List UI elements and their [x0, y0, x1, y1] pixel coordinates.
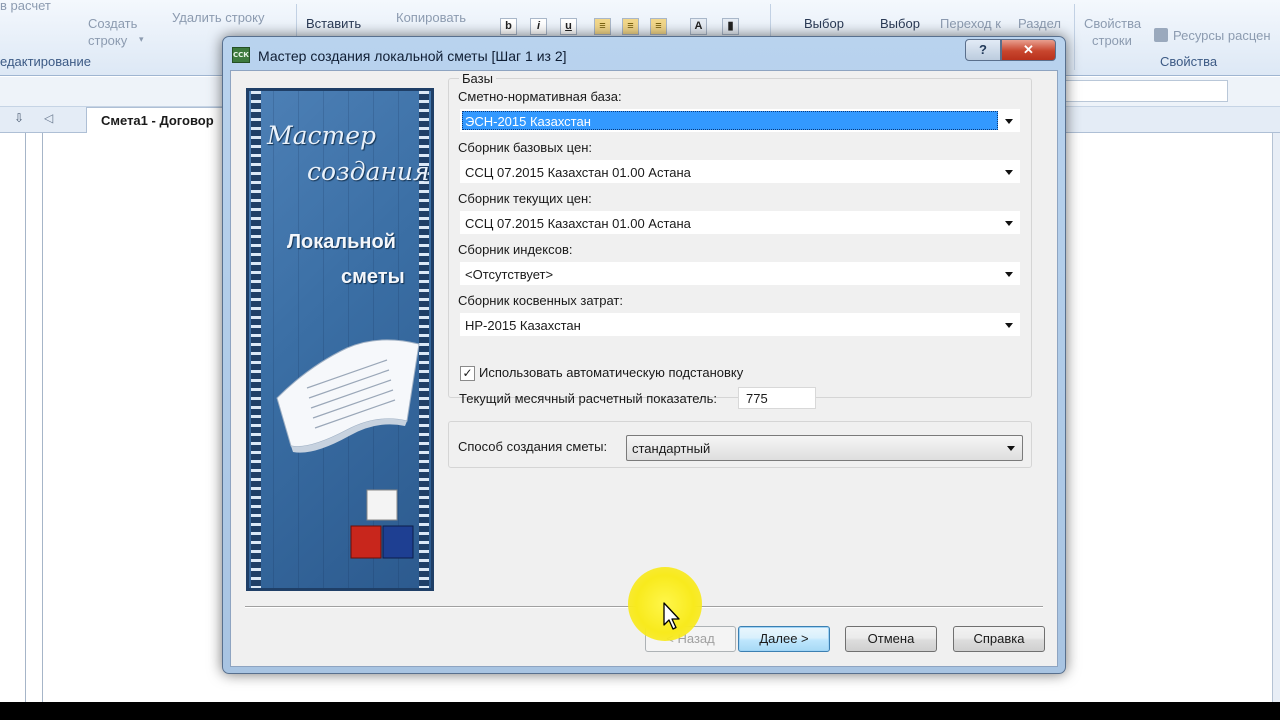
app-logo-icon: ССК [232, 47, 250, 63]
mouse-cursor-icon [663, 602, 680, 630]
method-label: Способ создания сметы: [458, 439, 608, 454]
base-prices-label: Сборник базовых цен: [458, 140, 592, 155]
bases-group-title: Базы [459, 71, 496, 86]
norm-base-select[interactable]: ЭСН-2015 Казахстан [459, 108, 1021, 133]
auto-substitution-label[interactable]: Использовать автоматическую подстановку [479, 365, 743, 380]
cubes-icon [350, 489, 414, 559]
auto-substitution-checkbox[interactable]: ✓ [460, 366, 475, 381]
mrp-input[interactable]: 775 [738, 387, 816, 409]
chevron-down-icon: ▾ [139, 34, 144, 44]
indexes-select[interactable]: <Отсутствует> [459, 261, 1021, 286]
ribbon-group-properties: Свойства [1160, 54, 1218, 69]
chevron-down-icon[interactable] [1005, 221, 1013, 226]
indirect-costs-select[interactable]: НР-2015 Казахстан [459, 312, 1021, 337]
ribbon-resources-button[interactable]: Ресурсы расцен [1154, 28, 1271, 43]
ribbon-create-row-label[interactable]: строку [88, 33, 127, 48]
close-button[interactable]: ✕ [1001, 39, 1056, 61]
wizard-banner: Мастер создания Локальной сметы [246, 88, 434, 591]
ribbon-create-row-button[interactable]: Создать [88, 16, 137, 31]
ribbon-group-editing: едактирование [0, 54, 91, 69]
method-select[interactable]: стандартный [626, 435, 1023, 461]
ribbon-separator [1074, 4, 1075, 70]
indirect-costs-value: НР-2015 Казахстан [465, 318, 581, 333]
current-prices-select[interactable]: ССЦ 07.2015 Казахстан 01.00 Астана [459, 210, 1021, 235]
chevron-down-icon[interactable] [1005, 272, 1013, 277]
indirect-costs-label: Сборник косвенных затрат: [458, 293, 624, 308]
norm-base-value: ЭСН-2015 Казахстан [465, 114, 591, 129]
title-help-button[interactable]: ? [965, 39, 1001, 61]
ribbon-section-button[interactable]: Раздел [1018, 16, 1061, 31]
side-panel [0, 133, 26, 702]
text-color-icon[interactable]: A [690, 18, 707, 35]
chevron-down-icon[interactable] [1005, 323, 1013, 328]
indexes-label: Сборник индексов: [458, 242, 573, 257]
ribbon-copy-button[interactable]: Копировать [396, 10, 466, 25]
vertical-scrollbar[interactable] [1272, 133, 1280, 702]
indexes-value: <Отсутствует> [465, 267, 554, 282]
align-right-icon[interactable]: ≡ [650, 18, 667, 35]
ribbon-insert-button[interactable]: Вставить [306, 16, 361, 31]
banner-title-line3: Локальной [287, 231, 396, 253]
ribbon-select-button[interactable]: Выбор [804, 16, 844, 31]
ribbon-row-props-label[interactable]: строки [1092, 33, 1132, 48]
chevron-down-icon[interactable] [1007, 446, 1015, 451]
ribbon-resources-label: Ресурсы расцен [1173, 28, 1271, 43]
formula-input[interactable] [1040, 80, 1228, 102]
resources-icon [1154, 28, 1168, 42]
help-button[interactable]: Справка [953, 626, 1045, 652]
base-prices-value: ССЦ 07.2015 Казахстан 01.00 Астана [465, 165, 691, 180]
tab-estimate[interactable]: Смета1 - Договор [86, 107, 229, 133]
document-sheet-icon [276, 339, 420, 453]
banner-title-line2: создания [307, 157, 430, 186]
norm-base-label: Сметно-нормативная база: [458, 89, 622, 104]
align-left-icon[interactable]: ≡ [594, 18, 611, 35]
close-icon: ✕ [1023, 42, 1034, 57]
mrp-value: 775 [746, 391, 768, 406]
ribbon-calc-button[interactable]: в расчет [0, 0, 51, 13]
align-center-icon[interactable]: ≡ [622, 18, 639, 35]
base-prices-select[interactable]: ССЦ 07.2015 Казахстан 01.00 Астана [459, 159, 1021, 184]
cancel-button[interactable]: Отмена [845, 626, 937, 652]
next-button[interactable]: Далее > [738, 626, 830, 652]
dialog-title: Мастер создания локальной сметы [Шаг 1 и… [258, 48, 567, 64]
italic-button[interactable]: i [530, 18, 547, 35]
ribbon-delete-row-button[interactable]: Удалить строку [172, 10, 265, 25]
ribbon-row-props-button[interactable]: Свойства [1084, 16, 1141, 31]
bar-chart-icon[interactable]: ▮ [722, 18, 739, 35]
method-value: стандартный [632, 441, 711, 456]
pin-icon[interactable]: ⇩ [14, 111, 24, 125]
mrp-label: Текущий месячный расчетный показатель: [459, 391, 718, 406]
banner-title-line4: сметы [341, 266, 405, 288]
underline-button[interactable]: u [560, 18, 577, 35]
current-prices-value: ССЦ 07.2015 Казахстан 01.00 Астана [465, 216, 691, 231]
chevron-down-icon[interactable] [1005, 119, 1013, 124]
current-prices-label: Сборник текущих цен: [458, 191, 592, 206]
ribbon-goto-button[interactable]: Переход к [940, 16, 1001, 31]
banner-title-line1: Мастер [267, 121, 377, 150]
banner-film-strip-left [251, 91, 261, 588]
bold-button[interactable]: b [500, 18, 517, 35]
tab-scroll-left-icon[interactable]: ◁ [44, 111, 53, 125]
ribbon-select-button-2[interactable]: Выбор [880, 16, 920, 31]
chevron-down-icon[interactable] [1005, 170, 1013, 175]
